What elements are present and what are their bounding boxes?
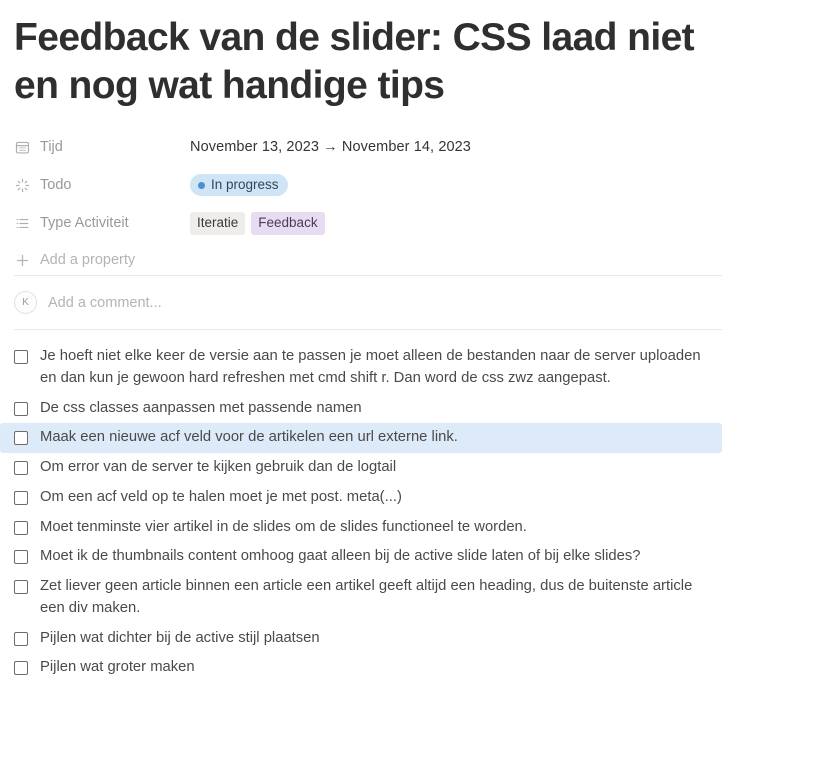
- todo-checkbox[interactable]: [14, 461, 28, 476]
- todo-item[interactable]: Je hoeft niet elke keer de versie aan te…: [0, 342, 722, 394]
- todo-item[interactable]: Om een acf veld op te halen moet je met …: [0, 483, 722, 513]
- property-label-todo[interactable]: Todo: [14, 177, 190, 194]
- todo-label: De css classes aanpassen met passende na…: [40, 399, 362, 416]
- property-name-tijd: Tijd: [40, 139, 63, 156]
- property-value-type-activiteit[interactable]: Iteratie Feedback: [190, 211, 331, 235]
- status-spinner-icon: [14, 177, 31, 194]
- todo-checkbox[interactable]: [14, 520, 28, 535]
- note-page: Feedback van de slider: CSS laad niet en…: [0, 0, 825, 765]
- tag-iteratie[interactable]: Iteratie: [190, 211, 246, 235]
- add-property-label: Add a property: [40, 252, 136, 269]
- tag-feedback[interactable]: Feedback: [251, 211, 325, 235]
- todo-checkbox[interactable]: [14, 661, 28, 676]
- todo-label: Je hoeft niet elke keer de versie aan te…: [40, 348, 701, 386]
- todo-label: Om een acf veld op te halen moet je met …: [40, 488, 402, 505]
- todo-label: Zet liever geen article binnen een artic…: [40, 578, 693, 616]
- property-value-tijd[interactable]: November 13, 2023 → November 14, 2023: [190, 139, 471, 155]
- property-name-type-activiteit: Type Activiteit: [40, 215, 129, 232]
- page-title[interactable]: Feedback van de slider: CSS laad niet en…: [0, 0, 825, 115]
- status-dot-icon: [198, 181, 205, 189]
- todo-label: Maak een nieuwe acf veld voor de artikel…: [40, 429, 458, 446]
- todo-checkbox[interactable]: [14, 350, 28, 365]
- comment-composer[interactable]: K Add a comment...: [0, 276, 825, 329]
- date-range-text: November 13, 2023 → November 14, 2023: [190, 139, 471, 156]
- todo-item[interactable]: Om error van de server te kijken gebruik…: [0, 453, 722, 483]
- todo-item[interactable]: Zet liever geen article binnen een artic…: [0, 572, 722, 624]
- todo-label: Om error van de server te kijken gebruik…: [40, 459, 397, 476]
- todo-item[interactable]: De css classes aanpassen met passende na…: [0, 394, 722, 424]
- property-row-type-activiteit[interactable]: Type Activiteit Iteratie Feedback: [14, 207, 825, 239]
- comment-input[interactable]: Add a comment...: [48, 295, 162, 311]
- todo-label: Moet ik de thumbnails content omhoog gaa…: [40, 548, 641, 565]
- todo-checkbox[interactable]: [14, 550, 28, 565]
- todo-checkbox[interactable]: [14, 431, 28, 446]
- plus-icon: [14, 252, 31, 269]
- avatar: K: [14, 291, 37, 315]
- property-value-todo[interactable]: In progress: [190, 174, 288, 197]
- property-row-tijd[interactable]: Tijd November 13, 2023 → November 14, 20…: [14, 131, 825, 163]
- status-badge-label: In progress: [211, 177, 279, 193]
- add-property-button[interactable]: Add a property: [14, 245, 825, 275]
- property-label-tijd[interactable]: Tijd: [14, 139, 190, 156]
- calendar-icon: [14, 139, 31, 156]
- property-label-type-activiteit[interactable]: Type Activiteit: [14, 215, 190, 232]
- todo-checkbox[interactable]: [14, 580, 28, 595]
- todo-item[interactable]: Moet tenminste vier artikel in de slides…: [0, 513, 722, 543]
- todo-label: Pijlen wat dichter bij de active stijl p…: [40, 629, 320, 646]
- todo-checkbox[interactable]: [14, 401, 28, 416]
- list-icon: [14, 215, 31, 232]
- property-row-todo[interactable]: Todo In progress: [14, 169, 825, 201]
- todo-label: Pijlen wat groter maken: [40, 659, 195, 676]
- todo-item[interactable]: Moet ik de thumbnails content omhoog gaa…: [0, 542, 722, 572]
- property-name-todo: Todo: [40, 177, 72, 194]
- todo-checkbox[interactable]: [14, 631, 28, 646]
- todo-item[interactable]: Maak een nieuwe acf veld voor de artikel…: [0, 423, 722, 454]
- checklist: Je hoeft niet elke keer de versie aan te…: [0, 330, 825, 683]
- todo-item[interactable]: Pijlen wat groter maken: [0, 653, 722, 683]
- todo-label: Moet tenminste vier artikel in de slides…: [40, 518, 527, 535]
- todo-item[interactable]: Pijlen wat dichter bij de active stijl p…: [0, 624, 722, 654]
- status-badge[interactable]: In progress: [190, 174, 288, 197]
- properties-panel: Tijd November 13, 2023 → November 14, 20…: [0, 131, 825, 275]
- todo-checkbox[interactable]: [14, 490, 28, 505]
